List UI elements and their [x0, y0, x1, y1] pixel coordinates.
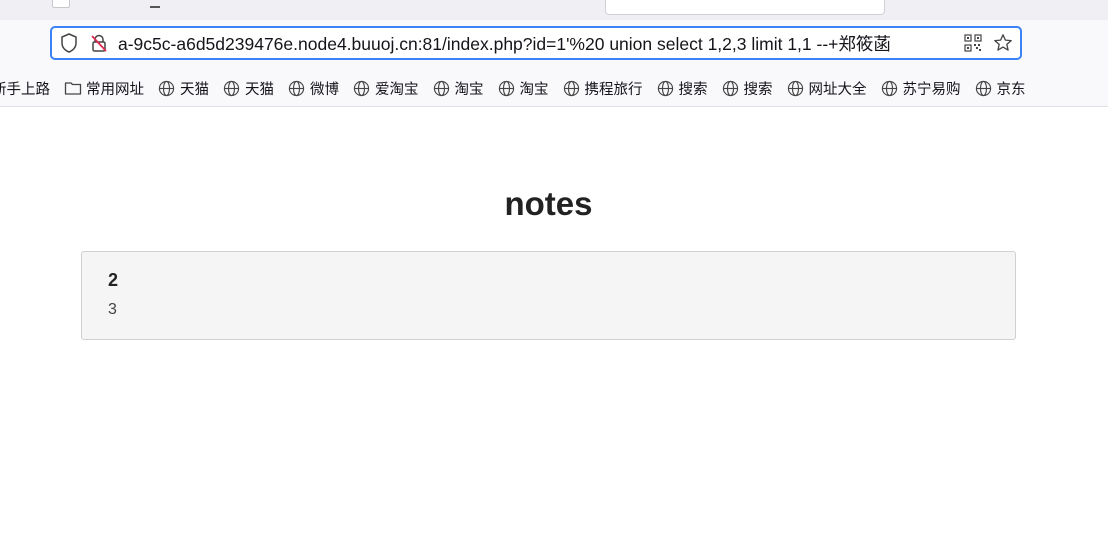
tab-strip: [0, 0, 1108, 20]
bookmark-label: 常用网址: [86, 81, 144, 98]
folder-icon: [64, 79, 82, 97]
globe-icon: [975, 79, 993, 97]
globe-icon: [881, 79, 899, 97]
qr-code-icon[interactable]: [962, 32, 984, 54]
bookmark-item[interactable]: 携程旅行: [557, 74, 649, 102]
globe-icon: [563, 79, 581, 97]
bookmark-item[interactable]: 新手上路: [0, 74, 56, 102]
globe-icon: [722, 79, 740, 97]
bookmark-label: 搜索: [743, 81, 773, 98]
bookmark-item[interactable]: 微博: [282, 74, 345, 102]
bookmark-item[interactable]: 搜索: [716, 74, 779, 102]
bookmark-label: 微博: [310, 81, 339, 98]
bookmark-label: 天猫: [245, 81, 274, 98]
bookmark-label: 苏宁易购: [902, 81, 961, 98]
globe-icon: [657, 79, 675, 97]
bookmark-label: 天猫: [180, 81, 209, 98]
bookmark-item[interactable]: 苏宁易购: [875, 74, 967, 102]
page-content: notes 2 3: [0, 107, 1108, 544]
globe-icon: [223, 79, 241, 97]
bookmark-label: 网址大全: [808, 81, 867, 98]
navigation-toolbar: a-9c5c-a6d5d239476e.node4.buuoj.cn:81/in…: [0, 20, 1108, 70]
address-bar[interactable]: a-9c5c-a6d5d239476e.node4.buuoj.cn:81/in…: [50, 26, 1022, 60]
globe-icon: [433, 79, 451, 97]
page-title: notes: [504, 185, 593, 222]
note-card: 2 3: [81, 251, 1016, 340]
bookmark-item[interactable]: 淘宝: [492, 74, 555, 102]
bookmark-item[interactable]: 淘宝: [427, 74, 490, 102]
tab-favicon[interactable]: [52, 0, 70, 8]
bookmark-item[interactable]: 爱淘宝: [347, 74, 425, 102]
bookmark-label: 新手上路: [0, 81, 50, 98]
bookmark-item[interactable]: 搜索: [651, 74, 714, 102]
bookmark-item[interactable]: 天猫: [217, 74, 280, 102]
url-text[interactable]: a-9c5c-a6d5d239476e.node4.buuoj.cn:81/in…: [118, 31, 962, 56]
bookmark-item[interactable]: 京东: [969, 74, 1032, 102]
bookmark-label: 淘宝: [454, 81, 484, 98]
bookmark-item[interactable]: 天猫: [152, 74, 215, 102]
globe-icon: [498, 79, 516, 97]
bookmark-folder[interactable]: 常用网址: [58, 74, 150, 102]
insecure-lock-icon[interactable]: [88, 32, 110, 54]
globe-icon: [158, 79, 176, 97]
shield-icon[interactable]: [58, 32, 80, 54]
dropdown-popup: [605, 0, 885, 15]
bookmark-item[interactable]: 网址大全: [781, 74, 873, 102]
bookmark-star-icon[interactable]: [992, 32, 1014, 54]
bookmarks-toolbar: 新手上路 常用网址 天猫 天猫 微博 爱淘宝 淘宝 淘宝 携程旅行 搜索 搜: [0, 70, 1108, 107]
globe-icon: [288, 79, 306, 97]
bookmark-label: 京东: [996, 81, 1026, 98]
note-title: 2: [108, 270, 119, 290]
tab-indicator: [150, 0, 160, 8]
bookmark-label: 爱淘宝: [375, 81, 419, 98]
bookmark-label: 携程旅行: [584, 81, 643, 98]
note-body: 3: [108, 301, 117, 318]
globe-icon: [353, 79, 371, 97]
globe-icon: [787, 79, 805, 97]
bookmark-label: 淘宝: [519, 81, 549, 98]
bookmark-label: 搜索: [678, 81, 708, 98]
